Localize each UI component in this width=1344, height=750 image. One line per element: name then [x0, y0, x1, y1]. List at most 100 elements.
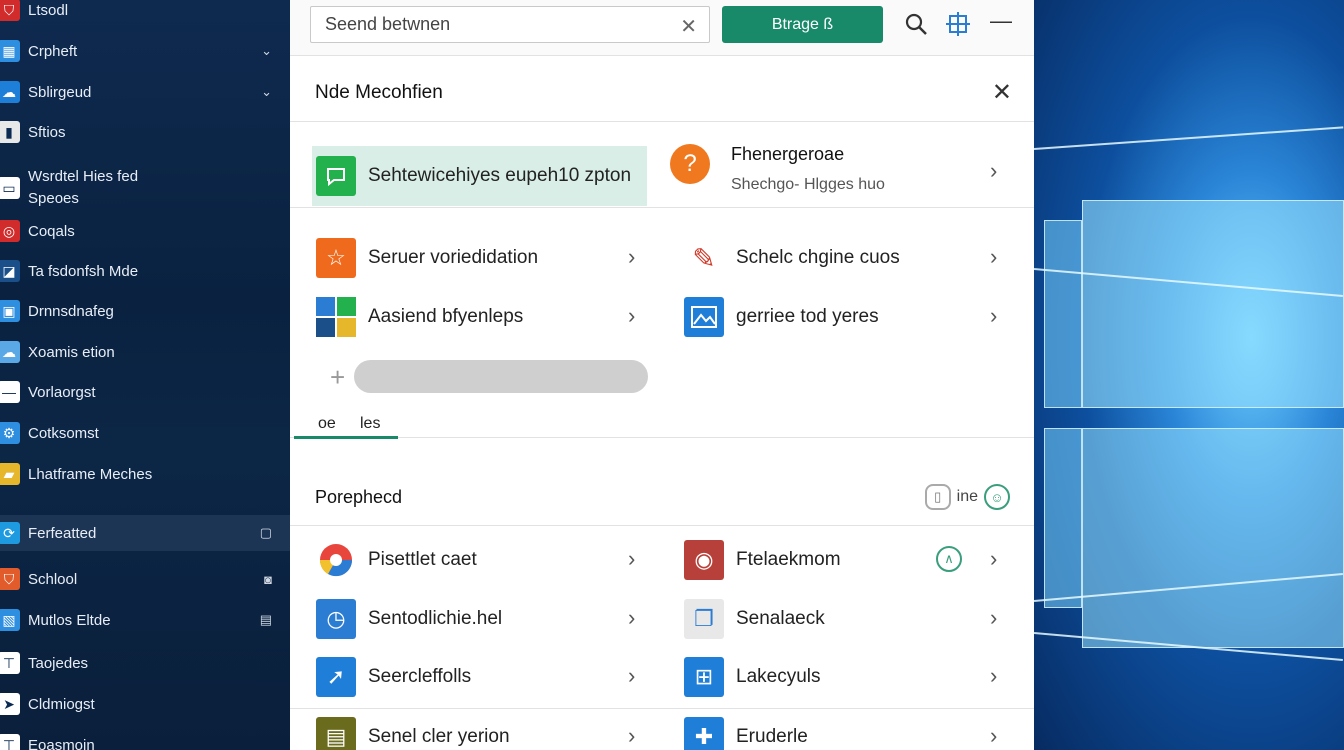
sidebar-item-label: Taojedes	[28, 654, 89, 672]
quick-link[interactable]: ☆ Seruer voriedidation	[316, 238, 538, 278]
app-item[interactable]: ✚ Eruderle	[684, 717, 808, 750]
app-item[interactable]: ◷ Sentodlichie.hel	[316, 599, 502, 639]
plus-icon[interactable]: +	[330, 362, 345, 393]
chevron-right-icon[interactable]: ›	[990, 546, 997, 572]
quick-link-label: Seruer voriedidation	[368, 247, 539, 268]
sidebar-item[interactable]: ☁ Xoamis etion	[0, 334, 290, 370]
sidebar-item[interactable]: ☁ Sblirgeud ⌄	[0, 74, 290, 110]
sidebar-item-label: Ltsodl	[28, 1, 69, 19]
sidebar-item[interactable]: ⊤ Eoasmoin	[0, 727, 290, 750]
light-beam	[1034, 126, 1344, 150]
book-icon: ▤	[316, 717, 356, 750]
chevron-right-icon[interactable]: ›	[990, 663, 997, 689]
close-icon[interactable]: ✕	[680, 14, 697, 39]
desktop-background	[1034, 0, 1344, 750]
paint-icon: ✎	[692, 242, 716, 274]
app-label: Pisettlet caet	[368, 549, 477, 570]
chevron-right-icon[interactable]: ›	[990, 605, 997, 631]
sidebar-item[interactable]: ▦ Crpheft ⌄	[0, 33, 290, 69]
top-toolbar: ✕ Btrage ß —	[290, 0, 1034, 56]
action-icon[interactable]: ◙	[264, 572, 272, 587]
search-icon[interactable]	[904, 12, 928, 42]
sidebar-item-label: Cldmiogst	[28, 695, 95, 713]
arrow-icon: ➚	[316, 657, 356, 697]
chevron-right-icon[interactable]: ›	[628, 663, 635, 689]
sidebar-item-label: Eoasmoin	[28, 736, 95, 750]
sidebar-item[interactable]: ▣ Drnnsdnafeg	[0, 293, 290, 329]
window-icon: ▭	[0, 177, 20, 199]
sidebar-item[interactable]: ◎ Coqals	[0, 213, 290, 249]
chevron-down-icon[interactable]: ⌄	[261, 43, 272, 59]
app-item[interactable]: ❐ Senalaeck	[684, 599, 825, 639]
grid-icon: ⊞	[684, 657, 724, 697]
app-item[interactable]: ▤ Senel cler yerion	[316, 717, 510, 750]
quick-link-label: Aasiend bfyenleps	[368, 306, 524, 327]
sidebar-item-label: Wsrdtel Hies fed Speoes	[28, 168, 139, 207]
primary-action-button[interactable]: Btrage ß	[722, 6, 883, 43]
sidebar-item-label: Lhatframe Meches	[28, 465, 153, 483]
quick-link[interactable]: Aasiend bfyenleps	[316, 297, 523, 337]
chevron-right-icon[interactable]: ›	[628, 723, 635, 749]
app-label: Eruderle	[736, 726, 808, 747]
section-tool-text: ine	[956, 488, 978, 505]
chevron-right-icon[interactable]: ›	[628, 244, 635, 270]
sidebar-item[interactable]: ➤ Cldmiogst	[0, 686, 290, 722]
chevron-right-icon[interactable]: ›	[628, 303, 635, 329]
sidebar-item-label: Ferfeatted	[28, 524, 97, 542]
caret-up-icon[interactable]: ∧	[936, 546, 962, 572]
app-item[interactable]: Pisettlet caet	[316, 540, 477, 580]
chevron-right-icon[interactable]: ›	[628, 605, 635, 631]
chevron-right-icon[interactable]: ›	[628, 546, 635, 572]
sidebar-item[interactable]: ⟳ Ferfeatted ▢	[0, 515, 290, 551]
chevron-right-icon[interactable]: ›	[990, 244, 997, 270]
sidebar-item[interactable]: ▰ Lhatframe Meches	[0, 456, 290, 492]
app-label: Ftelaekmom	[736, 549, 841, 570]
shield-icon: ⛉	[0, 568, 20, 590]
bookmark-icon: ⊤	[0, 652, 20, 674]
sidebar-item[interactable]: ⚙ Cotksomst	[0, 415, 290, 451]
monitor-icon: ▣	[0, 300, 20, 322]
chevron-right-icon[interactable]: ›	[990, 158, 997, 184]
star-icon: ☆	[316, 238, 356, 278]
action-icon[interactable]: ▤	[260, 612, 272, 628]
help-subtitle: Shechgo- Hlgges huo	[731, 176, 885, 193]
sidebar-item[interactable]: ⛉ Ltsodl	[0, 0, 290, 28]
chevron-right-icon[interactable]: ›	[990, 723, 997, 749]
quick-link-label: Schelc chgine cuos	[736, 247, 900, 268]
sidebar-item-label: Xoamis etion	[28, 343, 115, 361]
sidebar-item[interactable]: ⊤ Taojedes	[0, 645, 290, 681]
app-label: Senel cler yerion	[368, 726, 510, 747]
sidebar-item[interactable]: ◪ Ta fsdonfsh Mde	[0, 253, 290, 289]
panel-title: Nde Mecohfien	[315, 82, 443, 103]
windows-logo-pane	[1044, 220, 1082, 408]
app-item[interactable]: ➚ Seercleffolls	[316, 657, 471, 697]
tab-les[interactable]: les	[360, 415, 380, 433]
chevron-down-icon[interactable]: ⌄	[261, 84, 272, 100]
smile-icon[interactable]: ☺	[984, 484, 1010, 510]
tab-oe[interactable]: oe	[318, 415, 336, 433]
sidebar-item[interactable]: ▧ Mutlos Eltde ▤	[0, 602, 290, 638]
sidebar-item[interactable]: ⛉ Schlool ◙	[0, 561, 290, 597]
search-input[interactable]	[311, 7, 651, 42]
grid-icon: ▦	[0, 40, 20, 62]
sidebar-item[interactable]: — Vorlaorgst	[0, 374, 290, 410]
app-item[interactable]: ◉ Ftelaekmom	[684, 540, 841, 580]
sidebar-item-label: Mutlos Eltde	[28, 611, 111, 629]
featured-item[interactable]: Sehtewicehiyes eupeh10 zpton	[312, 146, 647, 206]
action-icon[interactable]: ▢	[260, 525, 272, 541]
cloud-icon: ☁	[0, 81, 20, 103]
quick-link[interactable]: gerriee tod yeres	[684, 297, 879, 337]
info-icon[interactable]: ▯	[924, 484, 951, 510]
windows-logo-pane	[1082, 200, 1344, 408]
divider	[290, 525, 1034, 526]
quick-link[interactable]: ✎ Schelc chgine cuos	[684, 238, 900, 278]
move-icon[interactable]	[946, 12, 970, 42]
tab-bar: oe les	[290, 405, 1034, 439]
minimize-icon[interactable]: —	[990, 8, 1012, 34]
close-icon[interactable]: ✕	[992, 78, 1012, 107]
search-box[interactable]: ✕	[310, 6, 710, 43]
sidebar-item[interactable]: ▮ Sftios	[0, 114, 290, 150]
chevron-right-icon[interactable]: ›	[990, 303, 997, 329]
sidebar-item[interactable]: ▭ Wsrdtel Hies fed Speoes	[0, 164, 290, 212]
app-item[interactable]: ⊞ Lakecyuls	[684, 657, 821, 697]
